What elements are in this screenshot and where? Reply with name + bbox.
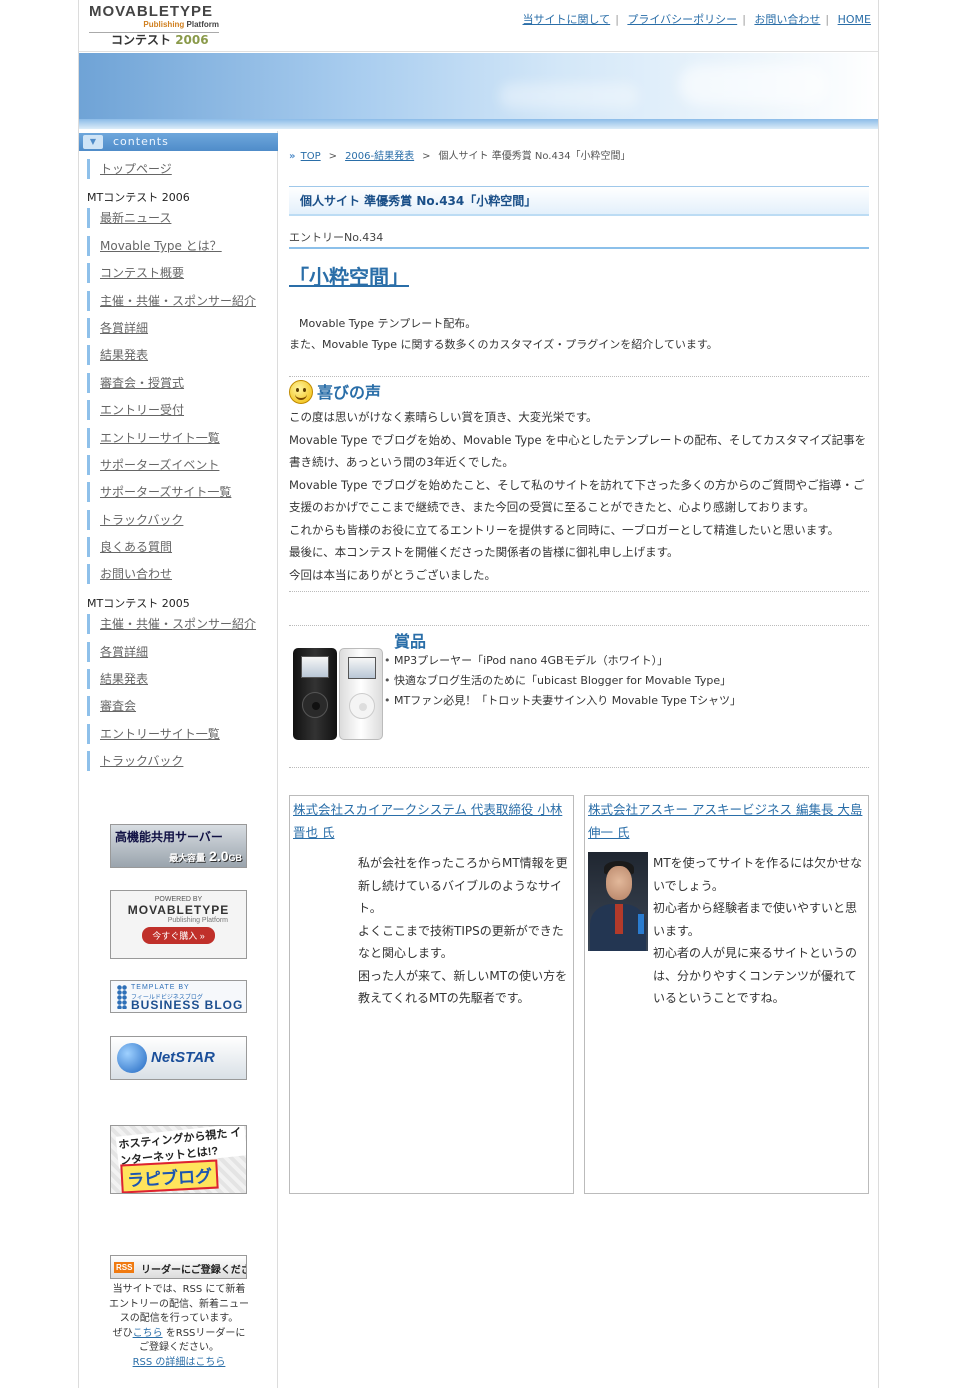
banner-cloud — [499, 83, 639, 109]
entry-description: Movable Type テンプレート配布。 また、Movable Type に… — [289, 317, 718, 351]
rss-register-banner[interactable]: RSS リーダーにご登録ください — [110, 1255, 247, 1279]
page-title: 個人サイト 準優秀賞 No.434「小粋空間」 — [289, 186, 869, 216]
nav-separator: | — [825, 13, 830, 26]
rss-icon: RSS — [114, 1262, 135, 1273]
prize-item: MP3プレーヤー「iPod nano 4GBモデル（ホワイト）」 — [384, 651, 741, 671]
sidebar-item-2005-sponsors[interactable]: 主催・共催・スポンサー紹介 — [87, 614, 256, 634]
review-card: 株式会社アスキー アスキービジネス 編集長 大島 伸一 氏 MTを使ってサイトを… — [584, 795, 869, 1194]
sidebar-item-supporters-sites[interactable]: サポーターズサイト一覧 — [87, 482, 231, 502]
breadcrumb-current: 個人サイト 準優秀賞 No.434「小粋空間」 — [438, 151, 631, 162]
business-blog-banner[interactable]: TEMPLATE BY フィールドビジネスブログ BUSINESS BLOG — [110, 980, 247, 1013]
contents-heading: ▼ contents — [79, 133, 278, 151]
breadcrumb-arrow-icon: » — [289, 151, 296, 162]
ipod-black — [293, 648, 337, 740]
reviewer-name[interactable]: 株式会社アスキー アスキービジネス 編集長 大島 伸一 氏 — [588, 798, 864, 844]
rss-details-link[interactable]: RSS の詳細はこちら — [133, 1357, 226, 1368]
review-card: 株式会社スカイアークシステム 代表取締役 小林 晋也 氏 私が会社を作ったころか… — [289, 795, 574, 1194]
contents-toggle-icon[interactable]: ▼ — [83, 135, 103, 149]
sidebar-item-results[interactable]: 結果発表 — [87, 345, 148, 365]
nav-home[interactable]: HOME — [838, 13, 871, 26]
banner-cloud — [679, 65, 829, 105]
entry-title: 「小粋空間」 — [289, 261, 409, 290]
sidebar-item-sponsors[interactable]: 主催・共催・スポンサー紹介 — [87, 291, 256, 311]
sidebar-item-2005-results[interactable]: 結果発表 — [87, 669, 148, 689]
breadcrumb: » TOP >2006-結果発表 > 個人サイト 準優秀賞 No.434「小粋空間」 — [289, 151, 631, 162]
nav-contact[interactable]: お問い合わせ — [754, 13, 820, 26]
voice-body: この度は思いがけなく素晴らしい賞を頂き、大変光栄です。 Movable Type… — [289, 410, 867, 582]
sidebar-item-trackback[interactable]: トラックバック — [87, 510, 183, 530]
breadcrumb-results[interactable]: 2006-結果発表 — [345, 151, 414, 162]
ipod-white — [339, 648, 383, 740]
sidebar-item-overview[interactable]: コンテスト概要 — [87, 263, 184, 283]
dots-icon — [117, 985, 127, 1009]
site-logo[interactable]: MOVABLETYPE Publishing Platform コンテスト 20… — [89, 4, 225, 50]
smile-icon — [289, 380, 313, 404]
logo-year: 2006 — [175, 33, 209, 47]
sidebar-item-entry[interactable]: エントリー受付 — [87, 400, 184, 420]
sidebar-section-2006: MTコンテスト 2006 — [87, 191, 190, 204]
top-nav: 当サイトに関して | プライバシーポリシー | お問い合わせ | HOME — [520, 11, 874, 27]
sidebar-item-awards[interactable]: 各賞詳細 — [87, 318, 148, 338]
nav-separator: | — [615, 13, 619, 26]
page: MOVABLETYPE Publishing Platform コンテスト 20… — [78, 0, 879, 1388]
sidebar-item-2005-entry-list[interactable]: エントリーサイト一覧 — [87, 724, 220, 744]
logo-brand: MOVABLETYPE — [89, 3, 214, 20]
sidebar-item-entry-list[interactable]: エントリーサイト一覧 — [87, 428, 220, 448]
sidebar-item-what-is-mt[interactable]: Movable Type とは？ — [87, 236, 222, 256]
sidebar-item-2005-awards[interactable]: 各賞詳細 — [87, 642, 148, 662]
sidebar-section-2005: MTコンテスト 2005 — [87, 597, 190, 610]
prize-list: MP3プレーヤー「iPod nano 4GBモデル（ホワイト）」 快適なブログ生… — [384, 651, 741, 711]
logo-publishing: Publishing — [143, 20, 185, 29]
movabletype-buy-banner[interactable]: POWERED BY MOVABLETYPE Publishing Platfo… — [110, 890, 247, 959]
netstar-banner[interactable]: NetSTAR — [110, 1036, 247, 1080]
rapiblog-banner[interactable]: ホスティングから視た インターネットとは!? ラピブログ — [110, 1125, 247, 1194]
entry-number: エントリーNo.434 — [289, 229, 869, 249]
nav-about[interactable]: 当サイトに関して — [523, 13, 611, 26]
prize-item: 快適なブログ生活のために「ubicast Blogger for Movable… — [384, 671, 741, 691]
prize-heading: 賞品 — [394, 632, 427, 651]
sidebar-item-ceremony[interactable]: 審査会・授賞式 — [87, 373, 184, 393]
nav-separator: | — [742, 13, 746, 26]
logo-contest: コンテスト — [111, 33, 172, 47]
rss-here-link[interactable]: こちら — [133, 1328, 163, 1339]
sidebar-item-top[interactable]: トップページ — [87, 159, 172, 179]
voice-heading: 喜びの声 — [289, 380, 381, 405]
rss-note: 当サイトでは、RSS にて新着 エントリーの配信、新着ニュー スの配信を行ってい… — [109, 1284, 249, 1368]
divider — [289, 376, 869, 377]
review-text: MTを使ってサイトを作るには欠かせないでしょう。 初心者から経験者まで使いやすい… — [653, 856, 863, 1005]
globe-icon — [117, 1043, 147, 1073]
sidebar-item-news[interactable]: 最新ニュース — [87, 208, 171, 228]
sidebar: ▼ contents トップページ MTコンテスト 2006 最新ニュース Mo… — [79, 131, 278, 1388]
header-banner — [79, 53, 878, 119]
buy-now-button[interactable]: 今すぐ購入 » — [142, 927, 215, 944]
server-banner[interactable]: 高機能共用サーバー 最大容量 2.0GB — [110, 824, 247, 868]
breadcrumb-top[interactable]: TOP — [301, 151, 321, 162]
nav-privacy[interactable]: プライバシーポリシー — [627, 13, 737, 26]
reviewer-photo — [588, 852, 648, 951]
sidebar-item-2005-judging[interactable]: 審査会 — [87, 696, 136, 716]
prize-item: MTファン必見！「トロット夫妻サイン入り Movable Type Tシャツ」 — [384, 691, 741, 711]
divider — [289, 591, 869, 592]
review-text: 私が会社を作ったころからMT情報を更新し続けているバイブルのようなサイト。 よく… — [358, 856, 568, 1005]
sidebar-item-supporters-event[interactable]: サポーターズイベント — [87, 455, 219, 475]
divider — [289, 767, 869, 768]
logo-platform: Platform — [186, 20, 219, 29]
prize-section: 賞品 MP3プレーヤー「iPod nano 4GBモデル（ホワイト）」 快適なブ… — [289, 626, 869, 768]
sidebar-item-2005-trackback[interactable]: トラックバック — [87, 751, 183, 771]
ipod-image — [293, 648, 385, 758]
sidebar-item-contact[interactable]: お問い合わせ — [87, 564, 172, 584]
entry-title-link[interactable]: 「小粋空間」 — [289, 265, 409, 289]
banner-strip — [79, 119, 878, 129]
site-header: MOVABLETYPE Publishing Platform コンテスト 20… — [79, 0, 878, 52]
reviewer-name[interactable]: 株式会社スカイアークシステム 代表取締役 小林 晋也 氏 — [293, 798, 569, 844]
sidebar-item-faq[interactable]: 良くある質問 — [87, 537, 172, 557]
